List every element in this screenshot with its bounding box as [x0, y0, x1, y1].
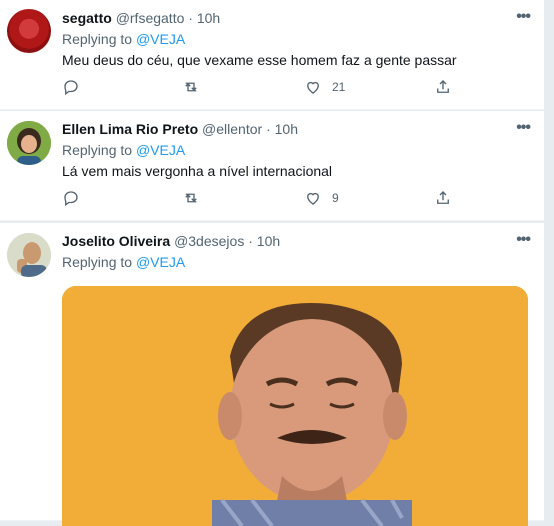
avatar-image: [7, 121, 51, 165]
share-button[interactable]: [434, 78, 452, 96]
like-button[interactable]: 21: [304, 78, 345, 96]
tweet-header: Ellen Lima Rio Preto @ellentor · 10h: [62, 121, 298, 137]
author-name[interactable]: Joselito Oliveira: [62, 233, 170, 249]
tweet-media-gif[interactable]: [62, 286, 528, 526]
more-icon[interactable]: •••: [516, 119, 531, 137]
tweet-header: segatto @rfsegatto · 10h: [62, 10, 221, 26]
like-count: 9: [332, 191, 339, 205]
tweet-time[interactable]: 10h: [257, 233, 280, 249]
tweet-actions: 9: [62, 189, 462, 209]
author-name[interactable]: Ellen Lima Rio Preto: [62, 121, 198, 137]
share-icon: [437, 80, 449, 93]
avatar[interactable]: [7, 9, 51, 53]
avatar-image: [7, 233, 51, 277]
reply-icon: [64, 80, 78, 96]
replying-to: Replying to @VEJA: [62, 142, 186, 158]
tweet-header: Joselito Oliveira @3desejos · 10h: [62, 233, 281, 249]
replying-to: Replying to @VEJA: [62, 31, 186, 47]
tweet-time[interactable]: 10h: [197, 10, 220, 26]
tweet-text: Lá vem mais vergonha a nível internacion…: [62, 163, 333, 179]
tweet-text: Meu deus do céu, que vexame esse homem f…: [62, 52, 457, 68]
retweet-icon: [185, 193, 197, 203]
avatar[interactable]: [7, 121, 51, 165]
retweet-button[interactable]: [182, 78, 200, 96]
avatar[interactable]: [7, 233, 51, 277]
reply-button[interactable]: [62, 189, 80, 207]
heart-icon: [307, 81, 319, 94]
more-icon[interactable]: •••: [516, 231, 531, 249]
gif-image: [62, 286, 528, 526]
retweet-button[interactable]: [182, 189, 200, 207]
tweet-card[interactable]: segatto @rfsegatto · 10h ••• Replying to…: [0, 0, 544, 110]
tweet-card[interactable]: Ellen Lima Rio Preto @ellentor · 10h •••…: [0, 111, 544, 221]
author-handle[interactable]: @3desejos: [174, 233, 244, 249]
mention-link[interactable]: @VEJA: [136, 254, 185, 270]
author-handle[interactable]: @ellentor: [202, 121, 262, 137]
mention-link[interactable]: @VEJA: [136, 31, 185, 47]
tweet-card[interactable]: Joselito Oliveira @3desejos · 10h ••• Re…: [0, 223, 544, 526]
tweet-actions: 21: [62, 78, 462, 98]
heart-icon: [307, 192, 319, 205]
share-icon: [437, 191, 449, 204]
like-button[interactable]: 9: [304, 189, 339, 207]
author-name[interactable]: segatto: [62, 10, 112, 26]
reply-button[interactable]: [62, 78, 80, 96]
more-icon[interactable]: •••: [516, 8, 531, 26]
mention-link[interactable]: @VEJA: [136, 142, 185, 158]
replying-to: Replying to @VEJA: [62, 254, 186, 270]
share-button[interactable]: [434, 189, 452, 207]
author-handle[interactable]: @rfsegatto: [116, 10, 185, 26]
tweet-time[interactable]: 10h: [275, 121, 298, 137]
reply-icon: [64, 191, 78, 207]
retweet-icon: [185, 82, 197, 92]
like-count: 21: [332, 80, 346, 94]
